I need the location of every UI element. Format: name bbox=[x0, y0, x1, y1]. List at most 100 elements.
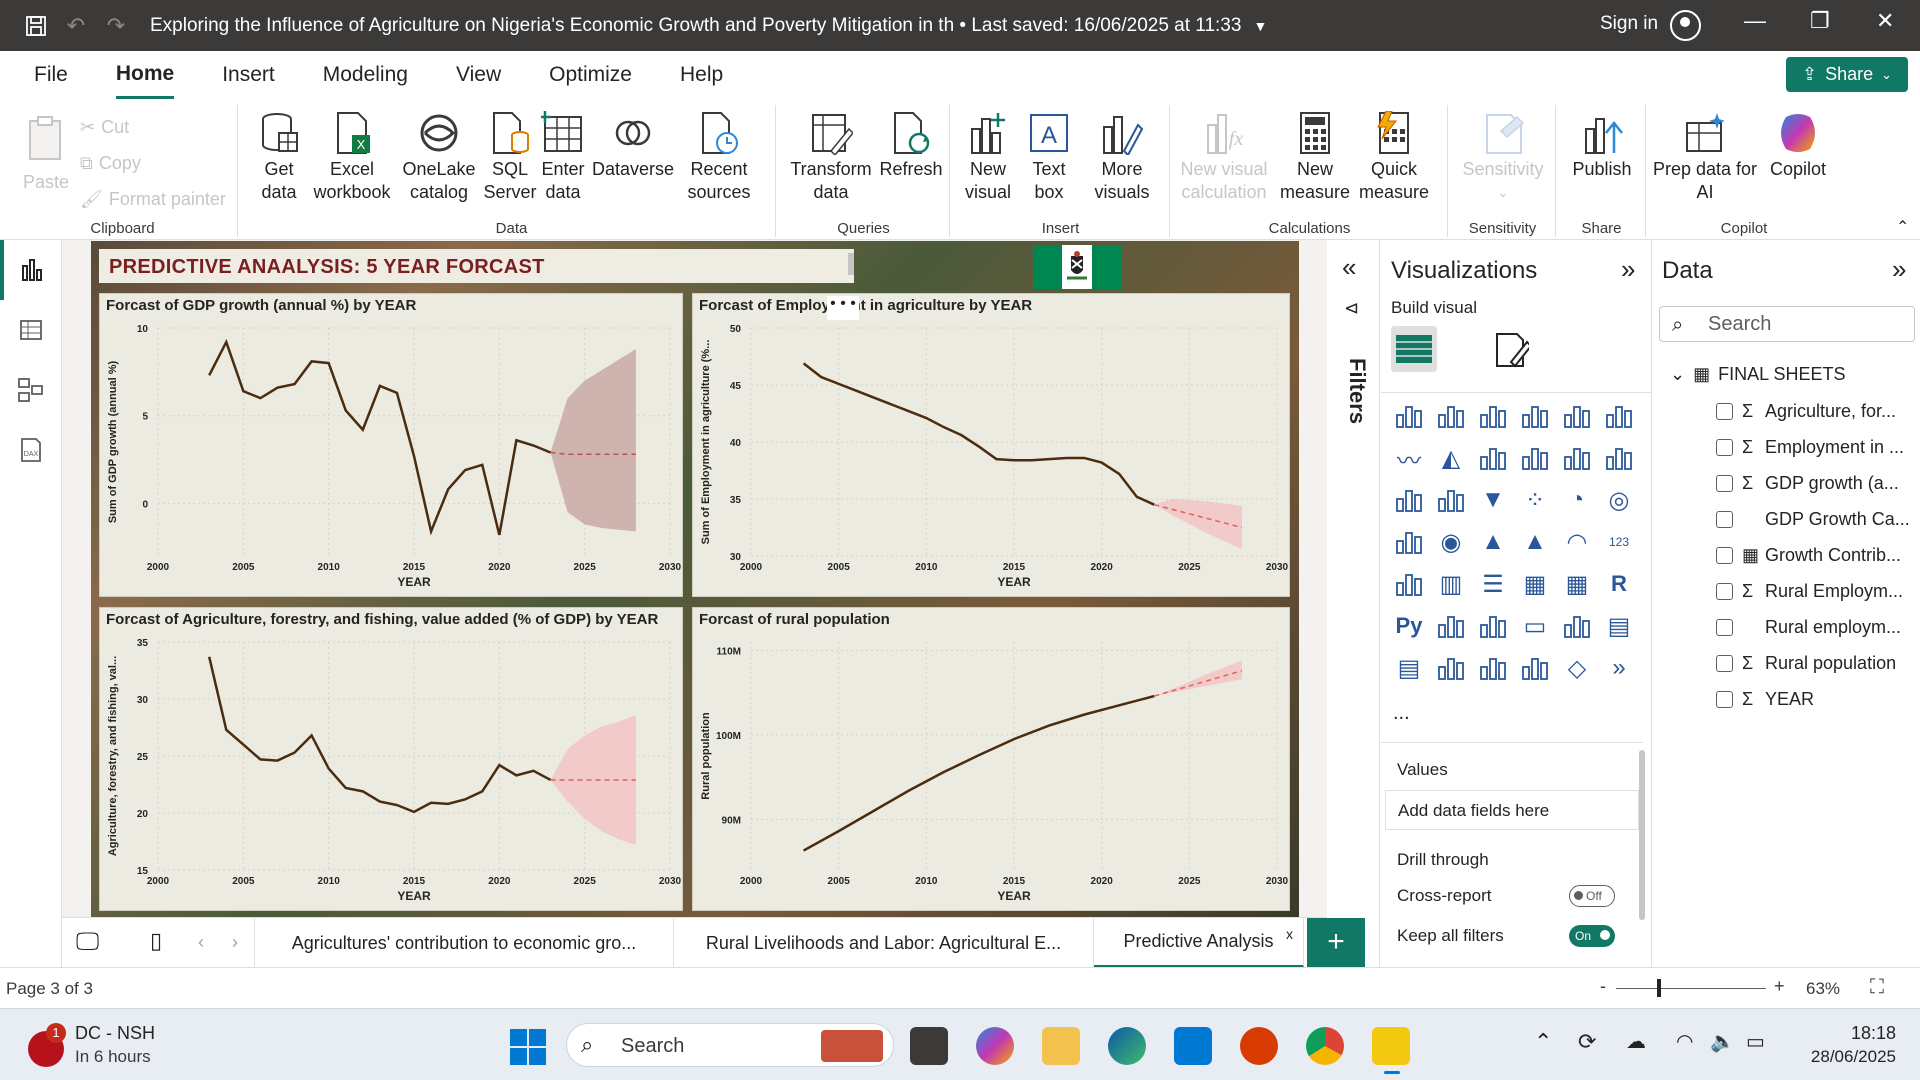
page-tab-active[interactable]: Predictive Analysis bbox=[1094, 918, 1304, 968]
prev-page-icon[interactable]: ‹ bbox=[198, 932, 204, 953]
funnel-bar-visual-icon[interactable] bbox=[1435, 484, 1467, 516]
close-tab-icon[interactable]: x bbox=[1286, 926, 1293, 942]
sensitivity-button[interactable]: Sensitivity ⌄ bbox=[1456, 111, 1550, 204]
copilot-button[interactable]: Copilot bbox=[1758, 111, 1838, 181]
task-view-icon[interactable] bbox=[910, 1027, 948, 1065]
clock-time[interactable]: 18:18 bbox=[1828, 1023, 1896, 1044]
filled-map-visual-icon[interactable]: ▲ bbox=[1477, 526, 1509, 558]
chevron-up-icon[interactable]: ⌃ bbox=[1534, 1029, 1552, 1055]
title-dropdown-icon[interactable]: ▼ bbox=[1253, 18, 1267, 34]
field-item[interactable]: Σ Rural population bbox=[1716, 653, 1896, 674]
menu-view[interactable]: View bbox=[456, 51, 501, 99]
power-automate-visual-icon[interactable] bbox=[1477, 652, 1509, 684]
field-item[interactable]: Σ YEAR bbox=[1716, 689, 1814, 710]
desktop-layout-icon[interactable]: 🖵 bbox=[76, 928, 99, 956]
card-visual-icon[interactable]: 123 bbox=[1603, 526, 1635, 558]
menu-home[interactable]: Home bbox=[115, 51, 175, 99]
page-tab[interactable]: Agricultures' contribution to economic g… bbox=[254, 918, 674, 968]
funnel-visual-icon[interactable]: ▼ bbox=[1477, 484, 1509, 516]
field-item[interactable]: Σ Agriculture, for... bbox=[1716, 401, 1896, 422]
key-influencers-visual-icon[interactable] bbox=[1435, 610, 1467, 642]
chevron-visual-icon[interactable]: » bbox=[1603, 652, 1635, 684]
stacked-bar-visual-icon[interactable] bbox=[1393, 400, 1425, 432]
power-apps-visual-icon[interactable] bbox=[1435, 652, 1467, 684]
area-visual-icon[interactable]: ◭ bbox=[1435, 442, 1467, 474]
text-box-button[interactable]: A Text box bbox=[1022, 111, 1076, 204]
quick-measure-button[interactable]: Quick measure bbox=[1356, 110, 1432, 204]
next-page-icon[interactable]: › bbox=[232, 932, 238, 953]
menu-modeling[interactable]: Modeling bbox=[323, 51, 408, 99]
100-bar-visual-icon[interactable] bbox=[1561, 400, 1593, 432]
matrix-visual-icon[interactable]: ▦ bbox=[1561, 568, 1593, 600]
undo-icon[interactable]: ↶ bbox=[56, 6, 96, 46]
data-search-input[interactable]: Search bbox=[1659, 306, 1915, 342]
100-area-visual-icon[interactable] bbox=[1519, 442, 1551, 474]
copy-button[interactable]: ⧉ Copy bbox=[80, 153, 141, 174]
build-visual-tab[interactable] bbox=[1391, 326, 1437, 372]
power-bi-icon[interactable] bbox=[1372, 1027, 1410, 1065]
python-visual-visual-icon[interactable]: Py bbox=[1393, 610, 1425, 642]
table-visual-icon[interactable]: ▦ bbox=[1519, 568, 1551, 600]
zoom-in-button[interactable]: + bbox=[1774, 976, 1785, 997]
wifi-icon[interactable]: ◠ bbox=[1676, 1029, 1693, 1054]
gdp-growth-chart[interactable]: 0 5 10 2000 2005 2010 2015 2020 2025 2030 YEAR Sum … bbox=[99, 293, 683, 597]
collapse-ribbon-icon[interactable]: ⌃ bbox=[1896, 217, 1909, 237]
menu-help[interactable]: Help bbox=[680, 51, 723, 99]
clustered-bar-visual-icon[interactable] bbox=[1477, 400, 1509, 432]
copilot-taskbar-icon[interactable] bbox=[976, 1027, 1014, 1065]
treemap-visual-icon[interactable] bbox=[1393, 526, 1425, 558]
zoom-out-button[interactable]: - bbox=[1600, 976, 1606, 997]
field-checkbox[interactable] bbox=[1716, 691, 1733, 708]
dax-query-view-icon[interactable]: DAX bbox=[0, 420, 62, 480]
100-column-visual-icon[interactable] bbox=[1603, 400, 1635, 432]
field-checkbox[interactable] bbox=[1716, 511, 1733, 528]
rural-population-chart[interactable]: 90M 100M 110M 2000 2005 2010 2015 2020 2025 2030 Y… bbox=[692, 607, 1290, 911]
scatter-visual-icon[interactable]: ⁘ bbox=[1519, 484, 1551, 516]
field-item[interactable]: Σ GDP growth (a... bbox=[1716, 473, 1899, 494]
prep-data-button[interactable]: Prep data for AI bbox=[1652, 111, 1758, 204]
clustered-column-visual-icon[interactable] bbox=[1519, 400, 1551, 432]
field-checkbox[interactable] bbox=[1716, 655, 1733, 672]
ribbon-visual-icon[interactable] bbox=[1603, 442, 1635, 474]
keep-filters-toggle[interactable]: On bbox=[1569, 925, 1615, 947]
wps-icon[interactable] bbox=[1240, 1027, 1278, 1065]
field-item[interactable]: ▦ Growth Contrib... bbox=[1716, 545, 1901, 566]
r-visual-visual-icon[interactable]: R bbox=[1603, 568, 1635, 600]
excel-workbook-button[interactable]: X Excel workbook bbox=[310, 111, 394, 204]
gauge-visual-icon[interactable]: ◠ bbox=[1561, 526, 1593, 558]
publish-button[interactable]: Publish bbox=[1564, 111, 1640, 181]
save-icon[interactable] bbox=[16, 6, 56, 46]
stacked-area-visual-icon[interactable] bbox=[1477, 442, 1509, 474]
windows-start-icon[interactable] bbox=[510, 1029, 546, 1070]
narrative-visual-icon[interactable] bbox=[1519, 652, 1551, 684]
map-visual-icon[interactable]: ◉ bbox=[1435, 526, 1467, 558]
field-item[interactable]: Σ Employment in ... bbox=[1716, 437, 1904, 458]
smart-narrative-visual-icon[interactable] bbox=[1561, 610, 1593, 642]
format-painter-button[interactable]: 🖌 Format painter bbox=[80, 189, 226, 210]
sign-in-link[interactable]: Sign in bbox=[1600, 13, 1658, 35]
collapse-right-icon[interactable]: » bbox=[1621, 254, 1635, 285]
line-column-visual-icon[interactable] bbox=[1561, 442, 1593, 474]
menu-optimize[interactable]: Optimize bbox=[549, 51, 632, 99]
store-icon[interactable] bbox=[1174, 1027, 1212, 1065]
menu-insert[interactable]: Insert bbox=[222, 51, 275, 99]
field-checkbox[interactable] bbox=[1716, 403, 1733, 420]
sync-icon[interactable]: ⟳ bbox=[1578, 1029, 1596, 1055]
avatar-icon[interactable] bbox=[1670, 10, 1701, 41]
format-visual-tab[interactable] bbox=[1493, 332, 1533, 373]
paste-button[interactable]: Paste bbox=[16, 115, 76, 194]
more-visuals-ellipsis[interactable]: ... bbox=[1393, 702, 1410, 725]
paginated-visual-icon[interactable]: ▤ bbox=[1603, 610, 1635, 642]
field-checkbox[interactable] bbox=[1716, 475, 1733, 492]
share-button[interactable]: ⇪ Share ⌄ bbox=[1786, 57, 1908, 92]
zoom-slider-thumb[interactable] bbox=[1657, 979, 1661, 997]
metrics-visual-icon[interactable]: ▤ bbox=[1393, 652, 1425, 684]
sql-server-button[interactable]: SQL Server bbox=[482, 111, 538, 204]
chrome-icon[interactable] bbox=[1306, 1027, 1344, 1065]
menu-file[interactable]: File bbox=[34, 51, 68, 99]
field-checkbox[interactable] bbox=[1716, 619, 1733, 636]
azure-map-visual-icon[interactable]: ▲ bbox=[1519, 526, 1551, 558]
fit-to-page-icon[interactable]: ⛶ bbox=[1870, 976, 1884, 999]
field-item[interactable]: Σ Rural Employm... bbox=[1716, 581, 1903, 602]
kpi-visual-icon[interactable]: ▥ bbox=[1435, 568, 1467, 600]
